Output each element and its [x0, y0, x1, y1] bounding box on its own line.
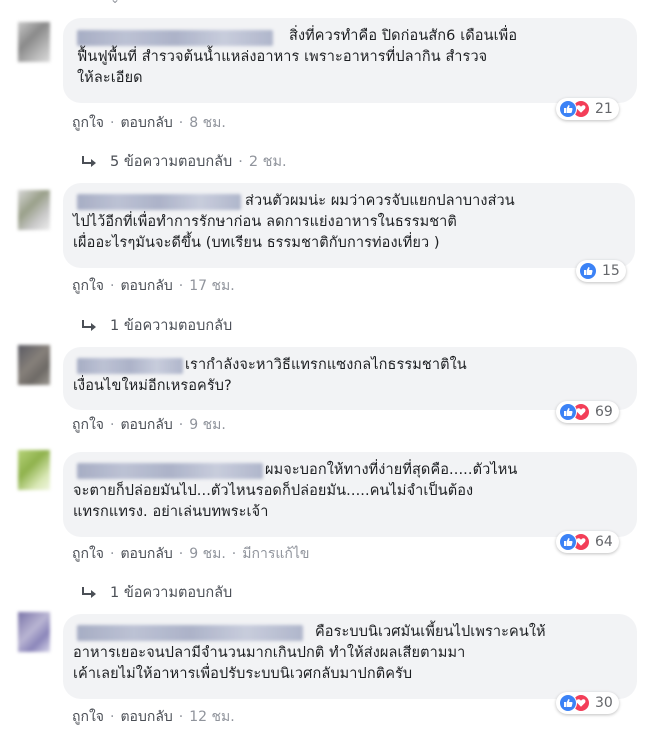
reply-button[interactable]: ตอบกลับ: [120, 275, 172, 297]
view-replies-link[interactable]: 5 ข้อความตอบกลับ · 2 ชม.: [82, 150, 287, 173]
reply-arrow-icon: [82, 319, 96, 331]
separator-dot: ·: [110, 278, 115, 294]
reaction-summary[interactable]: 30: [556, 692, 619, 714]
comment-timestamp[interactable]: 12 ชม.: [189, 706, 234, 728]
reaction-summary[interactable]: 21: [556, 98, 619, 120]
like-button[interactable]: ถูกใจ: [72, 112, 104, 134]
comment-text: คือระบบนิเวศมันเพี้ยนไปเพราะคนให้ อาหารเ…: [73, 624, 546, 682]
reaction-count: 64: [595, 534, 613, 550]
separator-dot: ·: [178, 115, 184, 131]
comment-timestamp[interactable]: 9 ชม.: [189, 414, 226, 436]
avatar[interactable]: [18, 345, 50, 385]
reaction-count: 21: [595, 101, 613, 117]
separator-dot: ·: [178, 709, 184, 725]
reaction-summary[interactable]: 64: [556, 531, 619, 553]
avatar[interactable]: [18, 612, 50, 652]
comment-actions: ถูกใจ · ตอบกลับ · 9 ชม. · มีการแก้ไข: [72, 543, 309, 565]
reply-button[interactable]: ตอบกลับ: [120, 414, 172, 436]
comment-bubble: ส่วนตัวผมน่ะ ผมว่าควรจับแยกปลาบางส่วน ไป…: [63, 183, 635, 268]
separator-dot: ·: [178, 417, 184, 433]
comment-bubble: ผมจะบอกให้ทางที่ง่ายที่สุดคือ.....ตัวไหน…: [63, 452, 637, 537]
comment-actions: ถูกใจ · ตอบกลับ · 12 ชม.: [72, 706, 235, 728]
reply-arrow-icon: [82, 155, 96, 167]
like-button[interactable]: ถูกใจ: [72, 275, 104, 297]
comment-text: ผมจะบอกให้ทางที่ง่ายที่สุดคือ.....ตัวไหน…: [73, 462, 518, 520]
like-button[interactable]: ถูกใจ: [72, 414, 104, 436]
replies-count-label: 1 ข้อความตอบกลับ: [110, 318, 233, 334]
truncated-content-icon: ⌄: [110, 0, 126, 6]
edited-indicator[interactable]: มีการแก้ไข: [242, 543, 309, 565]
comment-timestamp[interactable]: 9 ชม.: [189, 543, 226, 565]
thumbs-up-icon: [559, 533, 577, 551]
separator-dot: ·: [178, 278, 184, 294]
separator-dot: ·: [110, 546, 115, 562]
reply-arrow-icon: [82, 586, 96, 598]
reply-button[interactable]: ตอบกลับ: [120, 112, 172, 134]
replies-count-label: 1 ข้อความตอบกลับ: [110, 585, 233, 601]
comment-actions: ถูกใจ · ตอบกลับ · 8 ชม.: [72, 112, 226, 134]
reaction-count: 30: [595, 695, 613, 711]
reaction-summary[interactable]: 15: [576, 260, 626, 282]
like-button[interactable]: ถูกใจ: [72, 706, 104, 728]
replies-count-label: 5 ข้อความตอบกลับ: [110, 154, 233, 170]
reaction-count: 69: [595, 404, 613, 420]
reaction-count: 15: [602, 263, 620, 279]
avatar[interactable]: [18, 22, 50, 62]
avatar[interactable]: [18, 450, 50, 490]
separator-dot: ·: [110, 115, 115, 131]
comment-actions: ถูกใจ · ตอบกลับ · 17 ชม.: [72, 275, 235, 297]
separator-dot: ·: [178, 546, 184, 562]
view-replies-link[interactable]: 1 ข้อความตอบกลับ: [82, 581, 232, 604]
thumbs-up-icon: [559, 100, 577, 118]
separator-dot: ·: [110, 417, 115, 433]
separator-dot: ·: [231, 546, 237, 562]
thumbs-up-icon: [579, 262, 597, 280]
reply-button[interactable]: ตอบกลับ: [120, 543, 172, 565]
avatar[interactable]: [18, 190, 50, 230]
comment-text: ส่วนตัวผมน่ะ ผมว่าควรจับแยกปลาบางส่วน ไป…: [73, 193, 515, 251]
thumbs-up-icon: [559, 403, 577, 421]
comment-text: เรากำลังจะหาวิธีแทรกแซงกลไกธรรมชาติใน เง…: [73, 357, 467, 394]
comment-bubble: คือระบบนิเวศมันเพี้ยนไปเพราะคนให้ อาหารเ…: [63, 614, 637, 699]
comment-actions: ถูกใจ · ตอบกลับ · 9 ชม.: [72, 414, 226, 436]
reaction-summary[interactable]: 69: [556, 401, 619, 423]
separator-dot: ·: [238, 153, 243, 170]
separator-dot: ·: [110, 709, 115, 725]
thumbs-up-icon: [559, 694, 577, 712]
reply-button[interactable]: ตอบกลับ: [120, 706, 172, 728]
like-button[interactable]: ถูกใจ: [72, 543, 104, 565]
comment-timestamp[interactable]: 17 ชม.: [189, 275, 234, 297]
comment-bubble: เรากำลังจะหาวิธีแทรกแซงกลไกธรรมชาติใน เง…: [63, 347, 637, 410]
comment-bubble: สิ่งที่ควรทำคือ ปิดก่อนสัก6 เดือนเพื่อ ฟ…: [63, 18, 637, 103]
comment-text: สิ่งที่ควรทำคือ ปิดก่อนสัก6 เดือนเพื่อ ฟ…: [77, 28, 518, 86]
comment-timestamp[interactable]: 8 ชม.: [189, 112, 226, 134]
replies-timestamp: 2 ชม.: [248, 154, 287, 170]
view-replies-link[interactable]: 1 ข้อความตอบกลับ: [82, 314, 232, 337]
